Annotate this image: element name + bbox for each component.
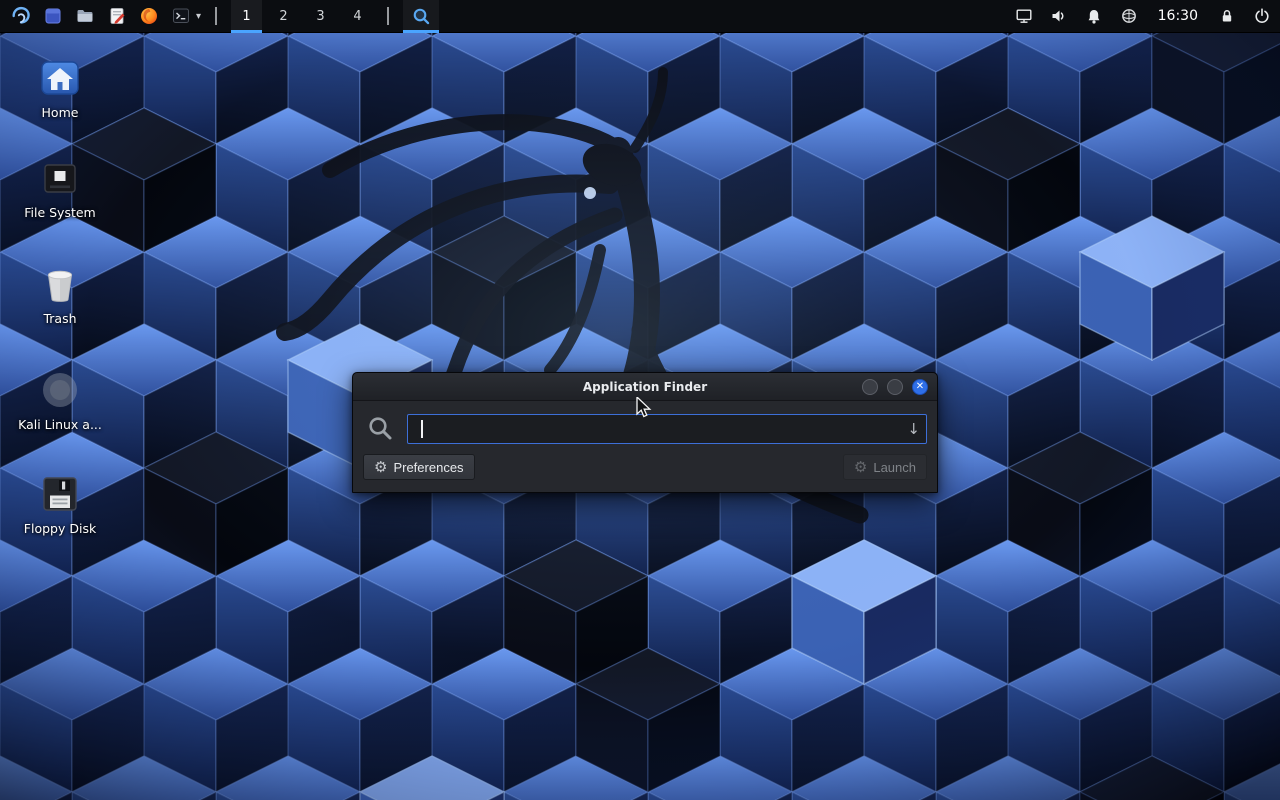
home-icon — [38, 56, 82, 100]
desktop-icon-kali-volume[interactable]: Kali Linux a... — [12, 368, 108, 432]
workspace-4[interactable]: 4 — [342, 0, 373, 33]
workspace-3[interactable]: 3 — [305, 0, 336, 33]
desktop-icon-label: File System — [24, 206, 96, 220]
minimize-button[interactable] — [862, 379, 878, 395]
clock[interactable]: 16:30 — [1158, 8, 1198, 24]
display-icon[interactable] — [1014, 6, 1034, 26]
text-editor-icon[interactable] — [104, 3, 130, 29]
kali-menu-icon[interactable] — [8, 3, 34, 29]
desktop-icon-label: Home — [42, 106, 79, 120]
trash-icon — [38, 262, 82, 306]
titlebar[interactable]: Application Finder ✕ — [353, 373, 937, 401]
preferences-button[interactable]: ⚙ Preferences — [363, 454, 475, 480]
window-controls: ✕ — [862, 379, 937, 395]
workspace-1[interactable]: 1 — [231, 0, 262, 33]
desktop-icon-home[interactable]: Home — [12, 56, 108, 120]
folder-icon[interactable] — [72, 3, 98, 29]
text-caret — [421, 420, 423, 438]
finder-footer: ⚙ Preferences ⚙ Launch — [353, 454, 937, 492]
desktop-icon-label: Trash — [43, 312, 76, 326]
desktop-icon-label: Floppy Disk — [24, 522, 96, 536]
gear-icon: ⚙ — [374, 460, 387, 475]
entry-dropdown-arrow-icon[interactable]: ↓ — [907, 420, 920, 438]
close-button[interactable]: ✕ — [912, 379, 928, 395]
files-icon[interactable] — [40, 3, 66, 29]
application-finder-window: Application Finder ✕ ↓ ⚙ Preferences ⚙ L… — [352, 372, 938, 493]
system-tray: 16:30 — [1014, 6, 1272, 26]
launch-button[interactable]: ⚙ Launch — [843, 454, 927, 480]
maximize-button[interactable] — [887, 379, 903, 395]
notifications-bell-icon[interactable] — [1084, 6, 1104, 26]
volume-icon[interactable] — [1049, 6, 1069, 26]
panel-separator — [387, 7, 389, 25]
network-icon[interactable] — [1119, 6, 1139, 26]
search-input[interactable] — [408, 415, 926, 443]
power-icon[interactable] — [1252, 6, 1272, 26]
launch-label: Launch — [873, 460, 916, 475]
preferences-label: Preferences — [393, 460, 463, 475]
file-system-icon — [38, 156, 82, 200]
desktop-icon-label: Kali Linux a... — [18, 418, 102, 432]
launch-icon: ⚙ — [854, 460, 867, 475]
window-title: Application Finder — [353, 380, 937, 394]
lock-icon[interactable] — [1217, 6, 1237, 26]
desktop-icon-file-system[interactable]: File System — [12, 156, 108, 220]
search-icon — [367, 415, 395, 443]
terminal-icon[interactable] — [168, 3, 194, 29]
task-application-finder[interactable] — [403, 0, 439, 33]
top-panel: ▾ 1 2 3 4 — [0, 0, 1280, 33]
panel-separator — [215, 7, 217, 25]
floppy-disk-icon — [38, 472, 82, 516]
firefox-icon[interactable] — [136, 3, 162, 29]
workspace-2[interactable]: 2 — [268, 0, 299, 33]
terminal-dropdown-caret[interactable]: ▾ — [196, 11, 201, 22]
kali-volume-icon — [38, 368, 82, 412]
desktop-icon-floppy-disk[interactable]: Floppy Disk — [12, 472, 108, 536]
search-entry: ↓ — [407, 414, 927, 444]
search-row: ↓ — [353, 401, 937, 454]
desktop-icon-trash[interactable]: Trash — [12, 262, 108, 326]
